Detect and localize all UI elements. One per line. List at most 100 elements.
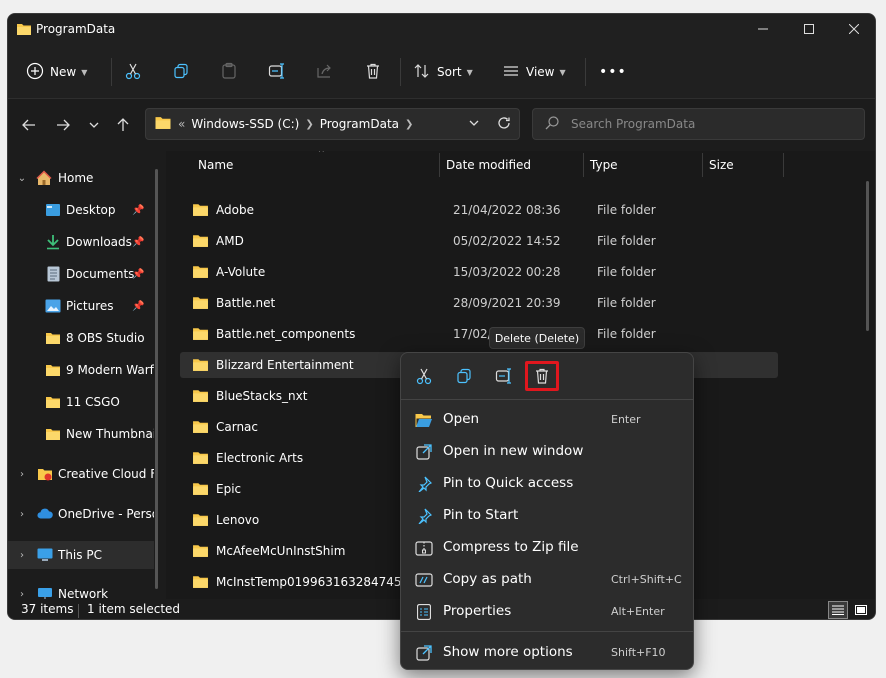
file-list-scrollbar[interactable] (866, 181, 869, 331)
sidebar-item-label: Desktop (66, 203, 116, 217)
sidebar-item-onedrive[interactable]: › OneDrive - Personal (8, 500, 154, 528)
menu-item-pin-start[interactable]: Pin to Start (407, 500, 689, 530)
file-name: Lenovo (216, 513, 260, 527)
context-cut-button[interactable] (407, 361, 441, 391)
chevron-down-icon (469, 120, 479, 126)
pin-icon (415, 475, 433, 493)
chevron-right-icon[interactable]: › (16, 550, 28, 561)
trash-icon (364, 62, 382, 83)
new-button[interactable]: New ▼ (26, 58, 87, 86)
chevron-right-icon[interactable]: › (16, 509, 28, 520)
sidebar-item-pictures[interactable]: Pictures 📌 (8, 292, 154, 320)
search-input[interactable] (571, 117, 831, 131)
refresh-icon (498, 117, 510, 129)
sidebar-item-documents[interactable]: Documents 📌 (8, 260, 154, 288)
search-box[interactable] (532, 108, 865, 140)
rename-button[interactable] (268, 58, 286, 86)
tiles-view-button[interactable] (851, 601, 871, 619)
chevron-right-icon[interactable]: › (16, 469, 28, 480)
sidebar-item-this-pc[interactable]: › This PC (8, 541, 154, 569)
breadcrumb-overflow[interactable]: « (178, 117, 185, 131)
breadcrumb-drive[interactable]: Windows-SSD (C:) (191, 117, 299, 131)
view-button[interactable]: View ▼ (502, 58, 566, 86)
menu-item-show-more-options[interactable]: Show more options Shift+F10 (407, 637, 689, 667)
folder-icon (192, 388, 209, 406)
copy-button[interactable] (172, 58, 190, 86)
folder-icon (16, 22, 32, 39)
file-name: Carnac (216, 420, 259, 434)
menu-item-label: Copy as path (443, 571, 532, 587)
file-row[interactable]: Battle.net 28/09/2021 20:39 File folder (180, 290, 778, 316)
sidebar-item-obs-studio[interactable]: 8 OBS Studio (8, 324, 154, 352)
close-button[interactable] (831, 14, 875, 44)
sidebar-item-new-thumbnails[interactable]: New Thumbnails (8, 420, 154, 448)
column-divider[interactable] (583, 153, 584, 177)
sidebar-scrollbar[interactable] (155, 169, 158, 589)
desktop-icon (45, 202, 61, 218)
up-button[interactable] (111, 113, 135, 137)
sidebar-item-label: Network (58, 587, 109, 599)
menu-item-properties[interactable]: Properties Alt+Enter (407, 596, 689, 626)
cut-button[interactable] (124, 58, 142, 86)
file-date: 05/02/2022 14:52 (453, 234, 561, 248)
breadcrumb-folder[interactable]: ProgramData (320, 117, 399, 131)
details-view-button[interactable] (828, 601, 848, 619)
column-divider[interactable] (783, 153, 784, 177)
column-divider[interactable] (439, 153, 440, 177)
sidebar-item-creative-cloud[interactable]: › Creative Cloud Files (8, 460, 154, 488)
delete-button[interactable] (364, 58, 382, 86)
menu-item-pin-quick-access[interactable]: Pin to Quick access (407, 468, 689, 498)
copy-icon (457, 368, 471, 384)
menu-item-open[interactable]: Open Enter (407, 404, 689, 434)
sidebar-item-label: OneDrive - Personal (58, 507, 154, 521)
column-header-date[interactable]: Date modified (446, 151, 531, 179)
share-button[interactable] (316, 58, 334, 86)
rename-icon (495, 368, 511, 384)
file-row[interactable]: Battle.net_components17/02/2022 14:58Fil… (180, 321, 778, 347)
open-new-window-icon (415, 443, 433, 461)
maximize-button[interactable] (786, 14, 832, 44)
chevron-right-icon[interactable]: ❯ (405, 119, 413, 130)
column-header-type[interactable]: Type (590, 151, 618, 179)
pin-icon: 📌 (132, 300, 145, 312)
toolbar-divider (400, 58, 401, 86)
folder-icon (45, 426, 61, 442)
paste-button[interactable] (220, 58, 238, 86)
status-divider (78, 604, 79, 618)
sidebar-item-modern-warfare[interactable]: 9 Modern Warfare (8, 356, 154, 384)
menu-item-copy-as-path[interactable]: Copy as path Ctrl+Shift+C (407, 564, 689, 594)
column-divider[interactable] (702, 153, 703, 177)
sort-button[interactable]: Sort ▼ (413, 58, 473, 86)
file-row[interactable]: Adobe 21/04/2022 08:36 File folder (180, 197, 778, 223)
menu-item-compress-zip[interactable]: Compress to Zip file (407, 532, 689, 562)
refresh-button[interactable] (490, 108, 518, 138)
menu-item-shortcut: Shift+F10 (611, 646, 666, 659)
context-delete-button[interactable] (525, 361, 559, 391)
window-title: ProgramData (36, 22, 116, 36)
more-options-button[interactable]: ••• (599, 58, 627, 86)
sidebar-item-downloads[interactable]: Downloads 📌 (8, 228, 154, 256)
sort-label: Sort (437, 65, 462, 79)
back-button[interactable] (17, 113, 41, 137)
sidebar-item-desktop[interactable]: Desktop 📌 (8, 196, 154, 224)
forward-button[interactable] (51, 113, 75, 137)
chevron-right-icon[interactable]: ❯ (305, 119, 313, 130)
recent-locations-button[interactable] (82, 113, 106, 137)
sidebar-item-home[interactable]: ⌄ Home (8, 164, 154, 192)
sidebar-item-csgo[interactable]: 11 CSGO (8, 388, 154, 416)
context-copy-button[interactable] (447, 361, 481, 391)
file-row[interactable]: A-Volute 15/03/2022 00:28 File folder (180, 259, 778, 285)
chevron-down-icon[interactable]: ⌄ (16, 173, 28, 184)
context-rename-button[interactable] (487, 361, 521, 391)
chevron-right-icon[interactable]: › (16, 589, 28, 600)
command-bar: New ▼ Sort ▼ View ▼ ••• (8, 44, 875, 99)
file-name: Epic (216, 482, 242, 496)
address-dropdown-button[interactable] (460, 108, 488, 138)
column-header-name[interactable]: Name (198, 151, 233, 179)
column-header-size[interactable]: Size (709, 151, 734, 179)
menu-item-label: Open in new window (443, 443, 584, 459)
menu-item-open-new-window[interactable]: Open in new window (407, 436, 689, 466)
sidebar-item-network[interactable]: › Network (8, 580, 154, 599)
minimize-button[interactable] (740, 14, 786, 44)
file-row[interactable]: AMD 05/02/2022 14:52 File folder (180, 228, 778, 254)
